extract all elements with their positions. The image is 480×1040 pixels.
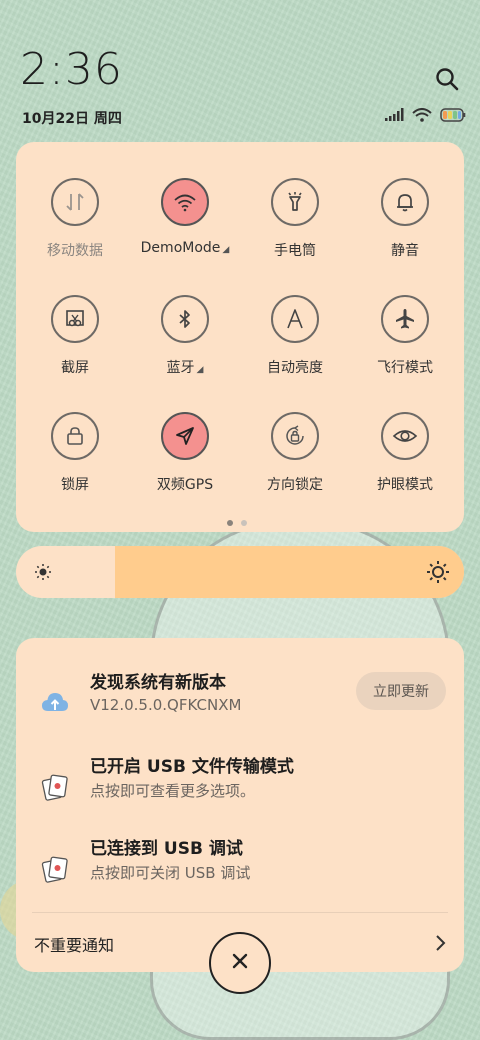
tile-dual-gps[interactable]: 双频GPS	[130, 412, 240, 494]
tile-label: DemoMode ◢	[140, 240, 230, 256]
wifi-icon	[161, 178, 209, 226]
tile-label: 截屏	[61, 360, 89, 376]
rotation-lock-icon	[271, 412, 319, 460]
screenshot-icon	[51, 295, 99, 343]
notification-body: 点按即可关闭 USB 调试	[90, 864, 251, 882]
page-dot	[241, 520, 247, 526]
brightness-slider[interactable]	[16, 546, 464, 598]
notification-title: 已开启 USB 文件传输模式	[90, 757, 294, 777]
notification-usb-debugging[interactable]: 已连接到 USB 调试 点按即可关闭 USB 调试	[16, 834, 464, 904]
notification-title: 发现系统有新版本	[90, 673, 226, 693]
tile-wifi[interactable]: DemoMode ◢	[130, 178, 240, 256]
tile-label: 飞行模式	[377, 360, 433, 376]
notification-body: V12.0.5.0.QFKCNXM	[90, 696, 242, 714]
signal-icon	[384, 108, 404, 122]
notification-title: 已连接到 USB 调试	[90, 839, 243, 859]
page-dot-active	[227, 520, 233, 526]
airplane-icon	[381, 295, 429, 343]
tile-label: 方向锁定	[267, 477, 323, 493]
clear-all-button[interactable]	[209, 932, 271, 994]
tile-label: 锁屏	[61, 477, 89, 493]
tile-label: 手电筒	[274, 243, 316, 259]
mobile-data-icon	[51, 178, 99, 226]
tile-label: 蓝牙 ◢	[166, 360, 204, 376]
tile-silent[interactable]: 静音	[350, 178, 460, 260]
wifi-status-icon	[412, 108, 432, 122]
expand-triangle-icon: ◢	[196, 365, 204, 375]
tile-auto-brightness[interactable]: 自动亮度	[240, 295, 350, 377]
chevron-right-icon[interactable]	[434, 934, 446, 956]
brightness-low-icon	[34, 563, 52, 585]
tile-mobile-data[interactable]: 移动数据	[20, 178, 130, 260]
date: 10月22日 周四	[22, 111, 122, 127]
search-icon[interactable]	[434, 66, 460, 92]
clock: 2:36	[20, 44, 123, 95]
expand-triangle-icon: ◢	[222, 245, 230, 255]
notification-usb-file-transfer[interactable]: 已开启 USB 文件传输模式 点按即可查看更多选项。	[16, 752, 464, 822]
flashlight-icon	[271, 178, 319, 226]
quick-settings-panel: 移动数据 DemoMode ◢ 手电筒 静音 截屏 蓝牙 ◢ 自动亮度 飞行模式…	[16, 142, 464, 532]
tile-label: 自动亮度	[267, 360, 323, 376]
notification-body: 点按即可查看更多选项。	[90, 782, 256, 800]
lock-icon	[51, 412, 99, 460]
battery-icon	[440, 108, 466, 122]
tile-eye-care[interactable]: 护眼模式	[350, 412, 460, 494]
tile-lock-screen[interactable]: 锁屏	[20, 412, 130, 494]
bluetooth-icon	[161, 295, 209, 343]
tile-rotation-lock[interactable]: 方向锁定	[240, 412, 350, 494]
notification-panel: 发现系统有新版本 V12.0.5.0.QFKCNXM 立即更新 已开启 USB …	[16, 638, 464, 972]
page-indicator	[227, 520, 247, 526]
unimportant-notifications-link[interactable]: 不重要通知	[34, 932, 114, 956]
brightness-high-icon	[426, 560, 450, 588]
tile-label: 双频GPS	[156, 477, 214, 493]
android-system-icon	[40, 772, 70, 802]
android-system-icon	[40, 854, 70, 884]
tile-label: 护眼模式	[377, 477, 433, 493]
tile-label: 移动数据	[47, 243, 103, 259]
tile-flashlight[interactable]: 手电筒	[240, 178, 350, 260]
notification-system-update[interactable]: 发现系统有新版本 V12.0.5.0.QFKCNXM 立即更新	[16, 668, 464, 738]
auto-brightness-icon	[271, 295, 319, 343]
cloud-upload-icon	[40, 688, 70, 718]
bell-icon	[381, 178, 429, 226]
update-now-button[interactable]: 立即更新	[356, 672, 446, 710]
tile-label: 静音	[391, 243, 419, 259]
tile-airplane[interactable]: 飞行模式	[350, 295, 460, 377]
eye-icon	[381, 412, 429, 460]
gps-icon	[161, 412, 209, 460]
brightness-fill	[114, 546, 464, 598]
tile-bluetooth[interactable]: 蓝牙 ◢	[130, 295, 240, 377]
tile-screenshot[interactable]: 截屏	[20, 295, 130, 377]
status-icons	[384, 108, 466, 122]
close-icon	[230, 951, 250, 975]
divider	[32, 912, 448, 913]
